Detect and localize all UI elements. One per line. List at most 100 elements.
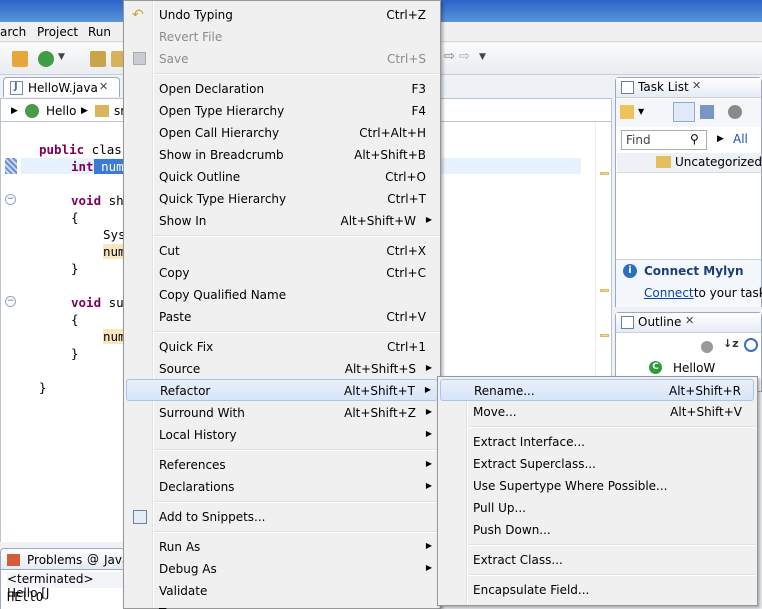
scheduled-icon[interactable] [700, 105, 714, 119]
menu-item-run-as[interactable]: Run As ▶ [126, 536, 438, 558]
menu-item-declarations[interactable]: Declarations ▶ [126, 476, 438, 498]
menu-separator [154, 235, 439, 237]
menu-item-quick-type-hierarchy[interactable]: Quick Type Hierarchy Ctrl+T [126, 188, 438, 210]
menu-item-add-to-snippets[interactable]: Add to Snippets... [126, 506, 438, 528]
outline-header: Outline ✕ [616, 313, 761, 333]
menu-item-extract-interface[interactable]: Extract Interface... [440, 431, 754, 453]
occurrence-marker-icon [5, 158, 17, 174]
forward-arrow-icon[interactable]: ⇨ [444, 49, 455, 64]
task-list-toolbar: ▼ [616, 99, 761, 127]
chevron-right-icon[interactable]: ▶ [81, 106, 88, 116]
chevron-down-icon[interactable]: ▼ [638, 107, 644, 116]
menu-item-pull-up[interactable]: Pull Up... [440, 497, 754, 519]
menu-item-extract-class[interactable]: Extract Class... [440, 549, 754, 571]
menu-item-copy[interactable]: Copy Ctrl+C [126, 262, 438, 284]
debug-icon[interactable] [38, 51, 54, 67]
categorized-toggle-icon[interactable] [673, 102, 695, 122]
menu-item-surround-with[interactable]: Surround With Alt+Shift+Z ▶ [126, 402, 438, 424]
outline-item[interactable]: C HelloW [617, 359, 761, 377]
search-icon[interactable]: ⚲ [690, 132, 699, 146]
menu-item-open-call-hierarchy[interactable]: Open Call Hierarchy Ctrl+Alt+H [126, 122, 438, 144]
outline-item-label: HelloW [673, 361, 716, 375]
task-find-input[interactable]: Find ⚲ [621, 130, 707, 150]
menu-item-push-down[interactable]: Push Down... [440, 519, 754, 541]
menu-item-save[interactable]: Save Ctrl+S [126, 48, 438, 70]
new-wizard-icon[interactable] [12, 51, 28, 67]
editor-gutter: − − [1, 122, 21, 542]
menu-item-validate[interactable]: Validate [126, 580, 438, 602]
chevron-down-icon[interactable]: ▼ [58, 52, 65, 62]
occurrence-mark[interactable] [600, 172, 609, 175]
occurrence-mark[interactable] [600, 289, 609, 292]
code-line: void su [71, 295, 124, 310]
menu-item-copy-qualified-name[interactable]: Copy Qualified Name [126, 284, 438, 306]
menu-item-local-history[interactable]: Local History ▶ [126, 424, 438, 446]
menu-project[interactable]: Project [37, 25, 78, 39]
next-arrow-icon[interactable]: ⇨ [459, 49, 470, 64]
menu-item-revert-file[interactable]: Revert File [126, 26, 438, 48]
menu-separator [468, 426, 756, 428]
menu-item-references[interactable]: References ▶ [126, 454, 438, 476]
menu-item-show-in[interactable]: Show In Alt+Shift+W ▶ [126, 210, 438, 232]
chevron-right-icon[interactable]: ▶ [717, 134, 724, 144]
menu-item-refactor[interactable]: Refactor Alt+Shift+T ▶ [126, 379, 438, 401]
occurrence-mark[interactable] [600, 334, 609, 337]
code-line: } [71, 346, 79, 361]
connect-link[interactable]: Connect [644, 286, 694, 300]
category-folder-icon [656, 156, 671, 168]
hide-static-icon[interactable] [744, 338, 758, 352]
breadcrumb-class[interactable]: Hello [46, 104, 76, 118]
submenu-arrow-icon: ▶ [425, 429, 432, 438]
menu-search[interactable]: arch [0, 25, 26, 39]
menu-separator [154, 331, 439, 333]
outline-title: Outline [638, 315, 682, 329]
menu-separator [154, 73, 439, 75]
menu-item-undo-typing[interactable]: ↶ Undo Typing Ctrl+Z [126, 4, 438, 26]
task-category-row[interactable]: Uncategorized [617, 153, 762, 173]
code-line: void sh [71, 193, 124, 208]
console-text: HEllO [7, 590, 44, 604]
menu-separator [154, 531, 439, 533]
connect-mylyn-panel: i Connect Mylyn Connect to your task a [616, 259, 762, 307]
menu-item-paste[interactable]: Paste Ctrl+V [126, 306, 438, 328]
close-icon[interactable]: ✕ [99, 80, 108, 93]
sort-icon[interactable]: ↓z [723, 337, 739, 350]
console-status: <terminated> Hello [J [7, 572, 126, 600]
open-package-icon[interactable] [90, 51, 106, 67]
close-icon[interactable]: ✕ [685, 314, 694, 327]
editor-tab-hellow[interactable]: HelloW.java ✕ [3, 77, 120, 97]
chevron-right-icon[interactable]: ▶ [11, 106, 18, 116]
menu-item-rename[interactable]: Rename... Alt+Shift+R [440, 379, 754, 401]
new-task-icon[interactable] [620, 105, 634, 119]
find-placeholder: Find [626, 133, 651, 147]
menu-item-move[interactable]: Move... Alt+Shift+V [440, 401, 754, 423]
submenu-arrow-icon: ▶ [424, 385, 431, 394]
menu-item-cut[interactable]: Cut Ctrl+X [126, 240, 438, 262]
close-icon[interactable]: ✕ [692, 79, 701, 92]
menu-item-open-declaration[interactable]: Open Declaration F3 [126, 78, 438, 100]
code-line: int num [71, 159, 124, 174]
menu-item-use-supertype[interactable]: Use Supertype Where Possible... [440, 475, 754, 497]
menu-item-show-in-breadcrumb[interactable]: Show in Breadcrumb Alt+Shift+B [126, 144, 438, 166]
focus-icon[interactable] [728, 105, 742, 119]
menu-item-quick-fix[interactable]: Quick Fix Ctrl+1 [126, 336, 438, 358]
chevron-down-icon[interactable]: ▼ [479, 52, 486, 62]
menu-item-debug-as[interactable]: Debug As ▶ [126, 558, 438, 580]
menu-item-source[interactable]: Source Alt+Shift+S ▶ [126, 358, 438, 380]
menu-item-open-type-hierarchy[interactable]: Open Type Hierarchy F4 [126, 100, 438, 122]
menu-separator [468, 574, 756, 576]
snippets-icon [133, 510, 147, 524]
task-list-header: Task List ✕ [616, 78, 761, 98]
hide-fields-icon[interactable] [701, 341, 713, 353]
menu-item-quick-outline[interactable]: Quick Outline Ctrl+O [126, 166, 438, 188]
editor-context-menu: ↶ Undo Typing Ctrl+Z Revert File Save Ct… [123, 0, 441, 609]
console-output[interactable]: <terminated> Hello [J HEllO [0, 570, 126, 609]
all-link[interactable]: All [733, 132, 748, 146]
collapse-icon[interactable]: − [5, 296, 16, 307]
collapse-icon[interactable]: − [5, 194, 16, 205]
menu-item-extract-superclass[interactable]: Extract Superclass... [440, 453, 754, 475]
menu-run[interactable]: Run [88, 25, 111, 39]
menu-item-encapsulate-field[interactable]: Encapsulate Field... [440, 579, 754, 601]
tab-problems[interactable]: Problems [27, 553, 82, 567]
menu-item-team[interactable]: T [126, 602, 438, 609]
